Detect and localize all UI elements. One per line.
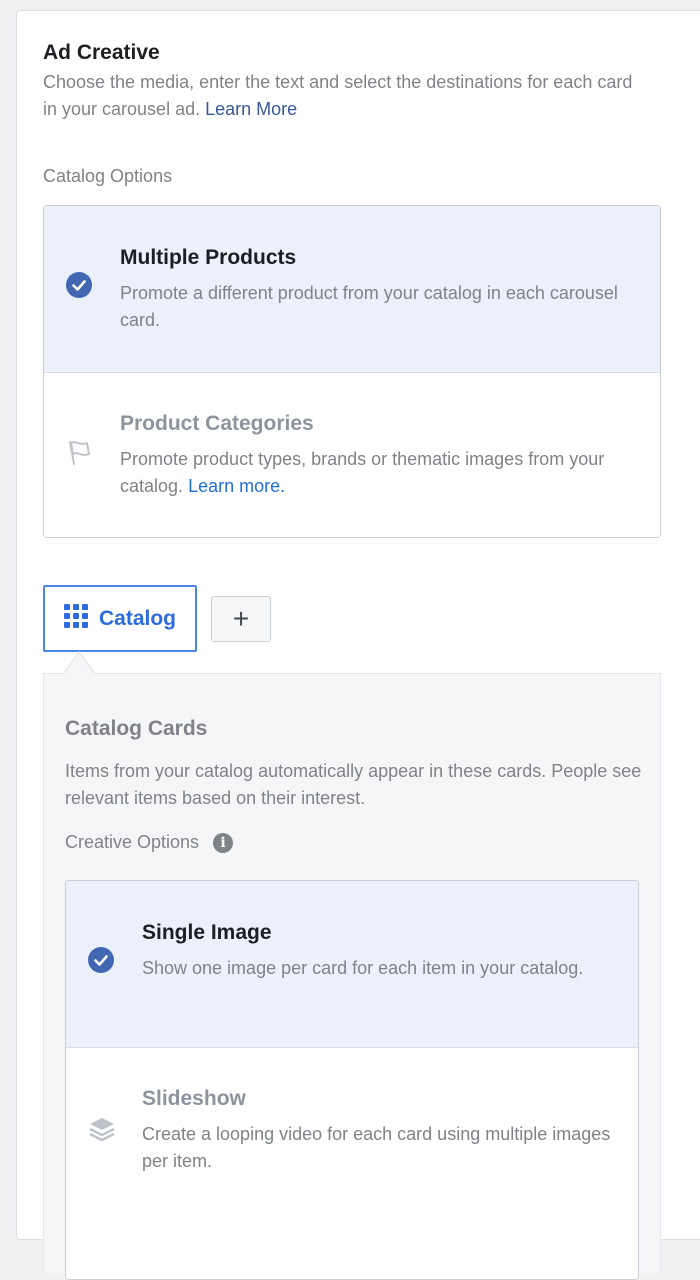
section-title: Ad Creative	[43, 41, 160, 64]
flag-icon	[66, 439, 94, 472]
option-description: Promote a different product from your ca…	[120, 283, 618, 330]
option-single-image[interactable]: Single Image Show one image per card for…	[66, 881, 638, 1047]
option-product-categories[interactable]: Product Categories Promote product types…	[44, 373, 660, 537]
option-multiple-products[interactable]: Multiple Products Promote a different pr…	[44, 206, 660, 372]
option-description: Show one image per card for each item in…	[142, 958, 584, 978]
add-card-button[interactable]: +	[211, 596, 271, 642]
option-description: Promote product types, brands or themati…	[120, 446, 640, 500]
creative-options-group: Single Image Show one image per card for…	[65, 880, 639, 1280]
option-description: Create a looping video for each card usi…	[142, 1124, 611, 1171]
option-slideshow[interactable]: Slideshow Create a looping video for eac…	[66, 1048, 638, 1214]
option-title: Multiple Products	[120, 246, 297, 269]
tab-catalog-label: Catalog	[99, 606, 177, 630]
check-circle-icon	[66, 272, 92, 298]
catalog-cards-title: Catalog Cards	[65, 717, 208, 740]
learn-more-link[interactable]: Learn more.	[188, 476, 285, 496]
learn-more-link[interactable]: Learn More	[205, 99, 297, 119]
grid-icon	[63, 603, 89, 634]
creative-options-text: Creative Options	[65, 832, 200, 852]
catalog-options-group: Multiple Products Promote a different pr…	[43, 205, 661, 538]
description-text: Choose the media, enter the text and sel…	[43, 72, 633, 119]
option-title: Product Categories	[120, 412, 314, 435]
option-title: Single Image	[142, 921, 272, 944]
section-description: Choose the media, enter the text and sel…	[43, 69, 643, 123]
tab-caret-fill	[64, 653, 94, 674]
catalog-cards-panel: Catalog Cards Items from your catalog au…	[43, 673, 661, 1280]
info-icon[interactable]: i	[213, 832, 234, 853]
catalog-cards-description: Items from your catalog automatically ap…	[65, 761, 642, 808]
creative-options-label: Creative Options i	[65, 832, 234, 853]
layers-icon	[88, 1114, 116, 1147]
check-circle-icon	[88, 947, 114, 973]
option-title: Slideshow	[142, 1087, 246, 1110]
catalog-options-label: Catalog Options	[43, 166, 173, 186]
tab-catalog[interactable]: Catalog	[43, 585, 197, 652]
ad-creative-panel: Ad Creative Choose the media, enter the …	[16, 10, 700, 1280]
